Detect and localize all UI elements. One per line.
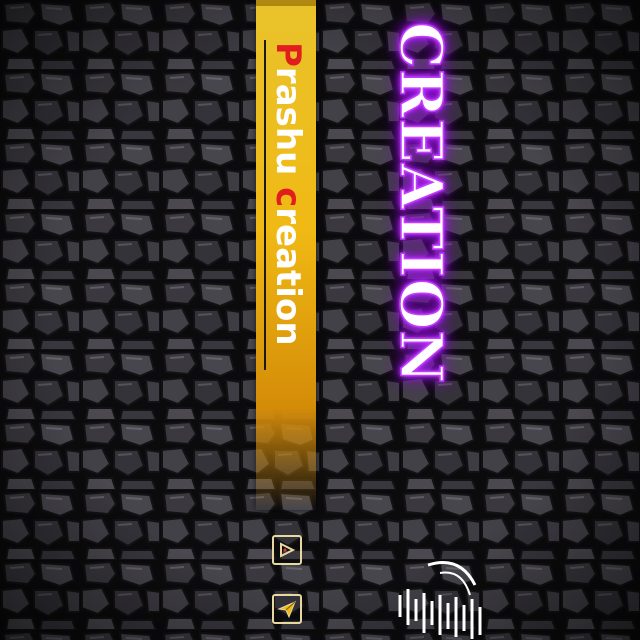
banner-underline <box>264 40 266 370</box>
paper-plane-glyph <box>277 601 296 619</box>
video-frame: Prashu creation CREATION <box>0 0 640 640</box>
sound-wave-art <box>398 561 482 639</box>
banner-title-part-2: reation <box>268 207 308 346</box>
play-triangle-glyph <box>280 542 296 558</box>
stone-wall-background <box>0 0 640 640</box>
paper-plane-icon[interactable] <box>272 594 302 624</box>
play-triangle-icon[interactable] <box>272 535 302 565</box>
banner-title-part-1: rashu <box>268 66 308 188</box>
banner-title-cap-c: c <box>268 187 308 208</box>
banner-title-cap-p: P <box>268 42 308 67</box>
banner-top-edge <box>256 0 316 6</box>
banner-title: Prashu creation <box>268 42 308 362</box>
neon-title: CREATION <box>386 21 456 385</box>
